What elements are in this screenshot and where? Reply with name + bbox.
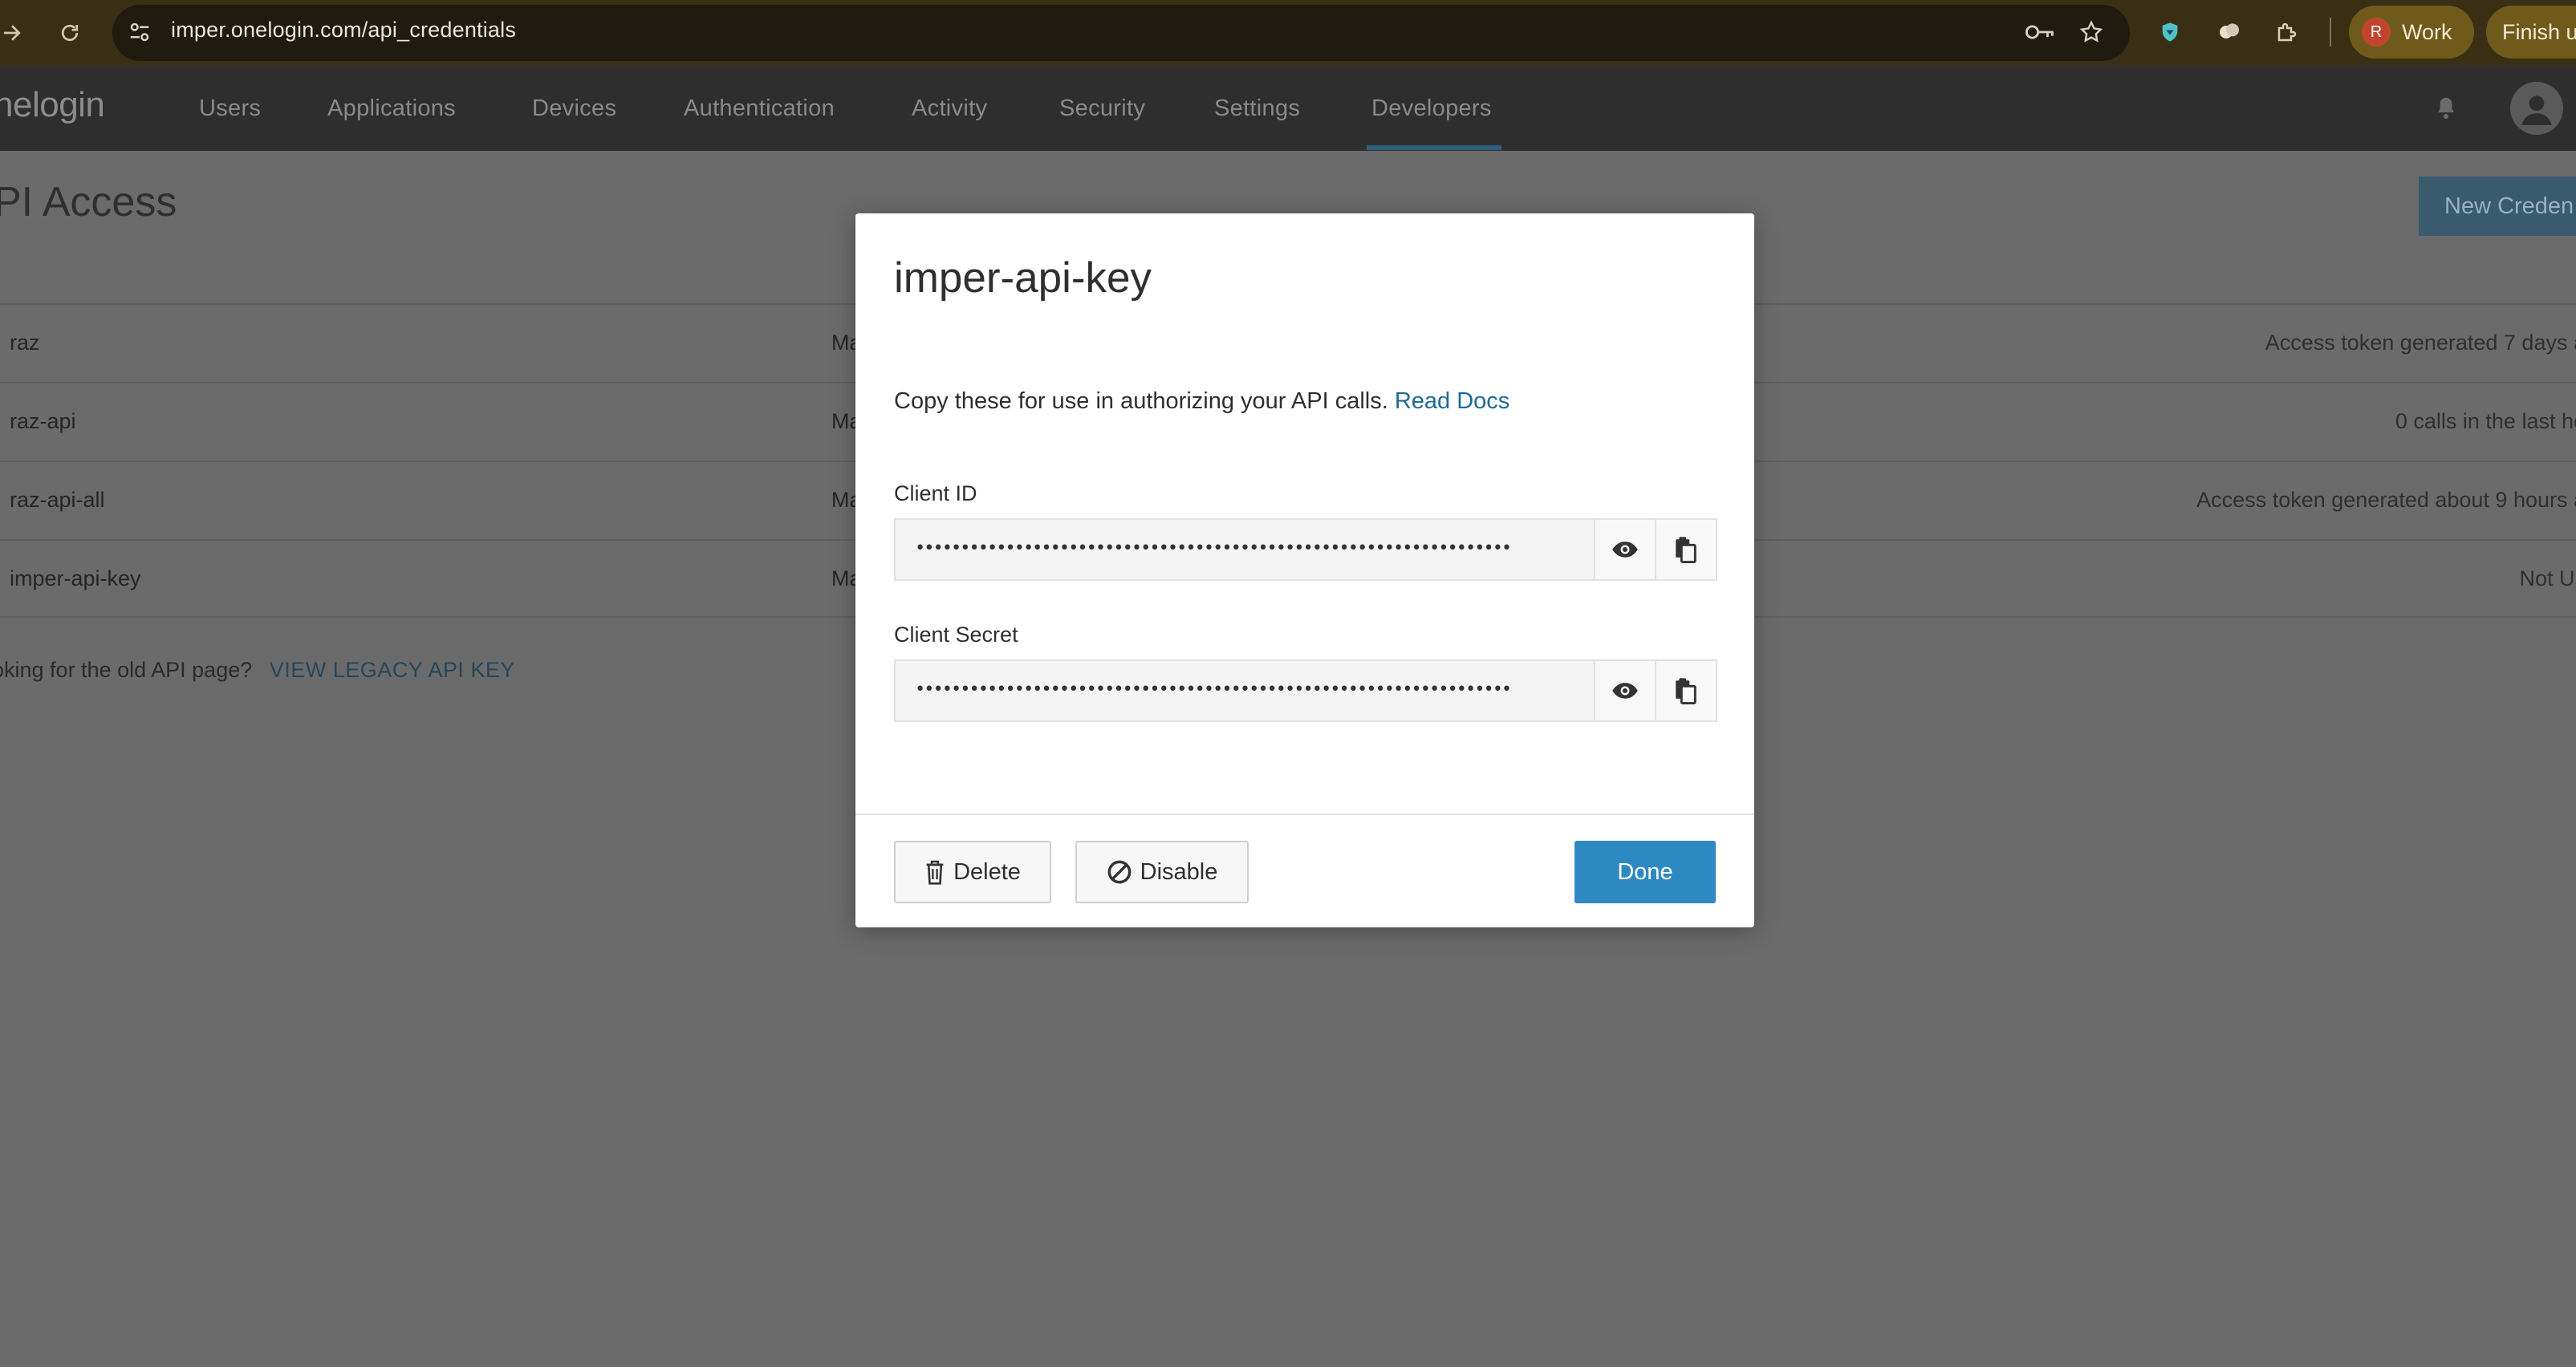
modal-footer-divider [855, 813, 1754, 815]
forward-icon[interactable] [0, 13, 32, 53]
credential-status: Not Us [2519, 566, 2576, 590]
password-key-icon[interactable] [2021, 13, 2059, 51]
credential-status: Access token generated about 9 hours a [2196, 488, 2576, 512]
read-docs-link[interactable]: Read Docs [1395, 388, 1509, 414]
finish-update-button[interactable]: Finish u [2486, 6, 2576, 59]
user-avatar[interactable] [2510, 82, 2563, 135]
description-text: Copy these for use in authorizing your A… [894, 388, 1388, 414]
browser-toolbar: imper.onelogin.com/api_credentials R Wor… [0, 0, 2576, 66]
active-nav-indicator [1367, 145, 1501, 150]
client-id-value[interactable]: ••••••••••••••••••••••••••••••••••••••••… [896, 520, 1594, 579]
site-settings-icon[interactable] [120, 13, 159, 51]
extensions-puzzle-icon[interactable] [2268, 13, 2306, 51]
page-title: PI Access [0, 179, 177, 225]
credential-name: imper-api-key [10, 566, 141, 590]
nav-applications[interactable]: Applications [327, 95, 456, 122]
nav-users[interactable]: Users [199, 95, 261, 122]
nav-settings[interactable]: Settings [1214, 95, 1300, 122]
delete-button[interactable]: Delete [894, 841, 1051, 903]
nav-developers[interactable]: Developers [1371, 95, 1492, 122]
nav-security[interactable]: Security [1059, 95, 1145, 122]
modal-title: imper-api-key [894, 254, 1152, 302]
notifications-bell-icon[interactable] [2430, 91, 2462, 124]
credential-name: raz-api-all [10, 488, 105, 512]
url-text[interactable]: imper.onelogin.com/api_credentials [171, 14, 516, 46]
client-secret-field: ••••••••••••••••••••••••••••••••••••••••… [894, 659, 1717, 722]
profile-name: Work [2402, 19, 2452, 44]
credential-status: Access token generated 7 days a [2265, 331, 2576, 355]
view-legacy-api-key-link[interactable]: VIEW LEGACY API KEY [270, 658, 515, 682]
client-id-label: Client ID [894, 481, 977, 505]
app-header: nelogin Users Applications Devices Authe… [0, 66, 2576, 151]
copy-client-id-icon[interactable] [1655, 520, 1716, 579]
legacy-api-note: oking for the old API page? VIEW LEGACY … [0, 658, 515, 683]
client-secret-label: Client Secret [894, 623, 1018, 647]
legacy-text: oking for the old API page? [0, 658, 253, 682]
show-client-secret-eye-icon[interactable] [1594, 661, 1655, 720]
disable-label: Disable [1140, 858, 1218, 885]
delete-label: Delete [953, 858, 1021, 885]
modal-description: Copy these for use in authorizing your A… [894, 388, 1509, 415]
reload-icon[interactable] [50, 13, 90, 53]
client-secret-value[interactable]: ••••••••••••••••••••••••••••••••••••••••… [896, 661, 1594, 720]
bookmark-star-icon[interactable] [2072, 13, 2111, 51]
profile-button[interactable]: R Work [2349, 6, 2474, 59]
nav-activity[interactable]: Activity [912, 95, 987, 122]
disable-button[interactable]: Disable [1075, 841, 1249, 903]
disable-icon [1107, 859, 1132, 885]
client-id-field: ••••••••••••••••••••••••••••••••••••••••… [894, 518, 1717, 581]
extension-shield-icon[interactable] [2151, 13, 2189, 51]
new-credential-button[interactable]: New Creden [2419, 176, 2576, 236]
done-button[interactable]: Done [1574, 841, 1716, 903]
nav-devices[interactable]: Devices [532, 95, 616, 122]
credential-name: raz-api [10, 409, 76, 433]
credential-name: raz [10, 331, 40, 355]
toolbar-separator [2330, 18, 2331, 47]
profile-avatar: R [2362, 18, 2391, 47]
trash-icon [924, 859, 945, 885]
api-credential-modal: imper-api-key Copy these for use in auth… [855, 213, 1754, 927]
copy-client-secret-icon[interactable] [1655, 661, 1716, 720]
show-client-id-eye-icon[interactable] [1594, 520, 1655, 579]
extension-cloud-icon[interactable] [2210, 13, 2249, 51]
onelogin-logo[interactable]: nelogin [0, 85, 105, 125]
nav-authentication[interactable]: Authentication [684, 95, 835, 122]
credential-status: 0 calls in the last ho [2395, 409, 2576, 433]
